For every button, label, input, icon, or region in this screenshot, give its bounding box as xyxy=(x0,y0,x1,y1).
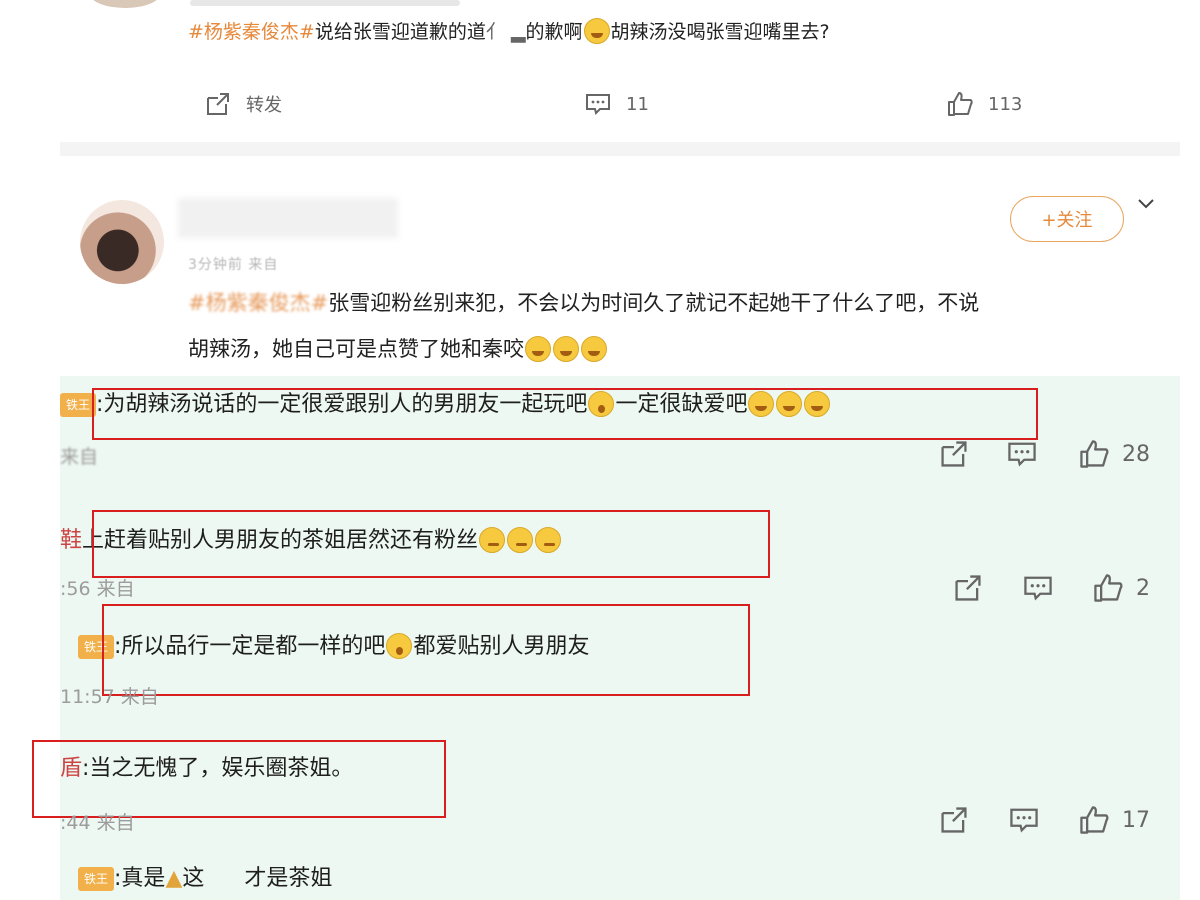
post-text-part: 说给张雪迎道歉的道 xyxy=(314,21,486,43)
reply-time: :56 来自 xyxy=(60,578,135,600)
comment-text-line-1: #杨紫秦俊杰#张雪迎粉丝别来犯，不会以为时间久了就记不起她干了什么了吧，不说 xyxy=(188,284,979,322)
post-action-bar: 转发 11 113 xyxy=(0,86,1200,126)
like-icon xyxy=(1094,574,1123,602)
repost-icon xyxy=(955,575,981,601)
reply-prefix: 鞋 xyxy=(60,528,83,553)
reply-comment-button[interactable] xyxy=(1006,438,1038,470)
like-icon xyxy=(948,92,973,116)
repost-icon xyxy=(941,441,967,467)
tearful-emoji-icon xyxy=(553,336,579,362)
commenter-name-blurred[interactable] xyxy=(178,198,398,238)
reply-time: :44 来自 xyxy=(60,812,135,834)
like-button[interactable]: 113 xyxy=(946,90,1022,118)
like-icon xyxy=(1080,806,1109,834)
comment-time: 3分钟前 来自 xyxy=(188,257,279,273)
reply-like-count: 28 xyxy=(1122,441,1150,467)
hashtag-link[interactable]: #杨紫秦俊杰# xyxy=(188,291,328,315)
reply-like-count: 17 xyxy=(1122,807,1150,833)
post-text-part: 胡辣汤没喝张雪迎嘴里去? xyxy=(610,21,830,43)
previous-post-header xyxy=(0,0,1200,14)
commenter-avatar[interactable] xyxy=(80,200,164,284)
comment-count: 11 xyxy=(626,93,649,115)
repost-button[interactable]: 转发 xyxy=(204,90,282,118)
hashtag-link[interactable]: #杨紫秦俊杰# xyxy=(188,21,315,43)
reply-text-part: 这 xyxy=(182,866,205,891)
reply-repost-button[interactable] xyxy=(952,572,984,604)
red-highlight-box xyxy=(92,510,770,578)
red-highlight-box xyxy=(32,740,446,818)
blurred-meta xyxy=(190,0,460,6)
pray-icon: ▲ xyxy=(165,866,183,891)
tearful-emoji-icon xyxy=(583,18,610,44)
reply-like-button[interactable]: 17 xyxy=(1078,804,1150,836)
reply-repost-button[interactable] xyxy=(938,438,970,470)
comment-button[interactable]: 11 xyxy=(584,90,649,118)
comment-icon xyxy=(1024,576,1052,601)
post-text: #杨紫秦俊杰#说给张雪迎道歉的道⺅ ▂的歉啊 胡辣汤没喝张雪迎嘴里去? xyxy=(188,18,830,46)
tearful-emoji-icon xyxy=(581,336,607,362)
comment-icon xyxy=(586,94,610,115)
like-icon xyxy=(1080,440,1109,468)
reply-like-button[interactable]: 28 xyxy=(1078,438,1150,470)
reply-text: 铁王:真是▲这 才是茶姐 xyxy=(78,864,332,894)
red-highlight-box xyxy=(92,388,1038,440)
fan-badge: 铁王 xyxy=(60,393,97,417)
comment-text-part: ，不会以为时间久了就记不起她干了什么了吧，不说 xyxy=(496,291,980,315)
red-highlight-box xyxy=(102,604,750,696)
chevron-down-icon[interactable] xyxy=(1134,192,1158,216)
tearful-emoji-icon xyxy=(525,336,551,362)
reply-comment-button[interactable] xyxy=(1008,804,1040,836)
reply-repost-button[interactable] xyxy=(938,804,970,836)
reply-text-part: 才是茶姐 xyxy=(244,866,333,891)
comment-icon xyxy=(1008,442,1036,467)
reply-like-button[interactable]: 2 xyxy=(1092,572,1150,604)
avatar[interactable] xyxy=(90,0,160,8)
comment-text-part: 张雪迎粉丝别来犯 xyxy=(328,291,497,315)
post-divider xyxy=(60,142,1180,156)
reply-like-count: 2 xyxy=(1136,575,1150,601)
comment-text-part: 胡辣汤，她自己可是点赞了她和秦咬 xyxy=(188,337,524,361)
reply-text-part: :真是 xyxy=(114,866,166,891)
post-text-part: 的歉啊 xyxy=(525,21,583,43)
comment-text-line-2: 胡辣汤，她自己可是点赞了她和秦咬 xyxy=(188,330,608,368)
comment-icon xyxy=(1010,808,1038,833)
repost-icon xyxy=(207,93,229,115)
reply-comment-button[interactable] xyxy=(1022,572,1054,604)
repost-label: 转发 xyxy=(246,95,282,116)
repost-icon xyxy=(941,807,967,833)
reply-time: 11:57 来自 xyxy=(60,686,159,708)
like-count: 113 xyxy=(988,93,1023,115)
reply-time: 来自 xyxy=(60,446,99,468)
fan-badge: 铁王 xyxy=(78,867,115,891)
follow-button[interactable]: +关注 xyxy=(1010,196,1124,242)
